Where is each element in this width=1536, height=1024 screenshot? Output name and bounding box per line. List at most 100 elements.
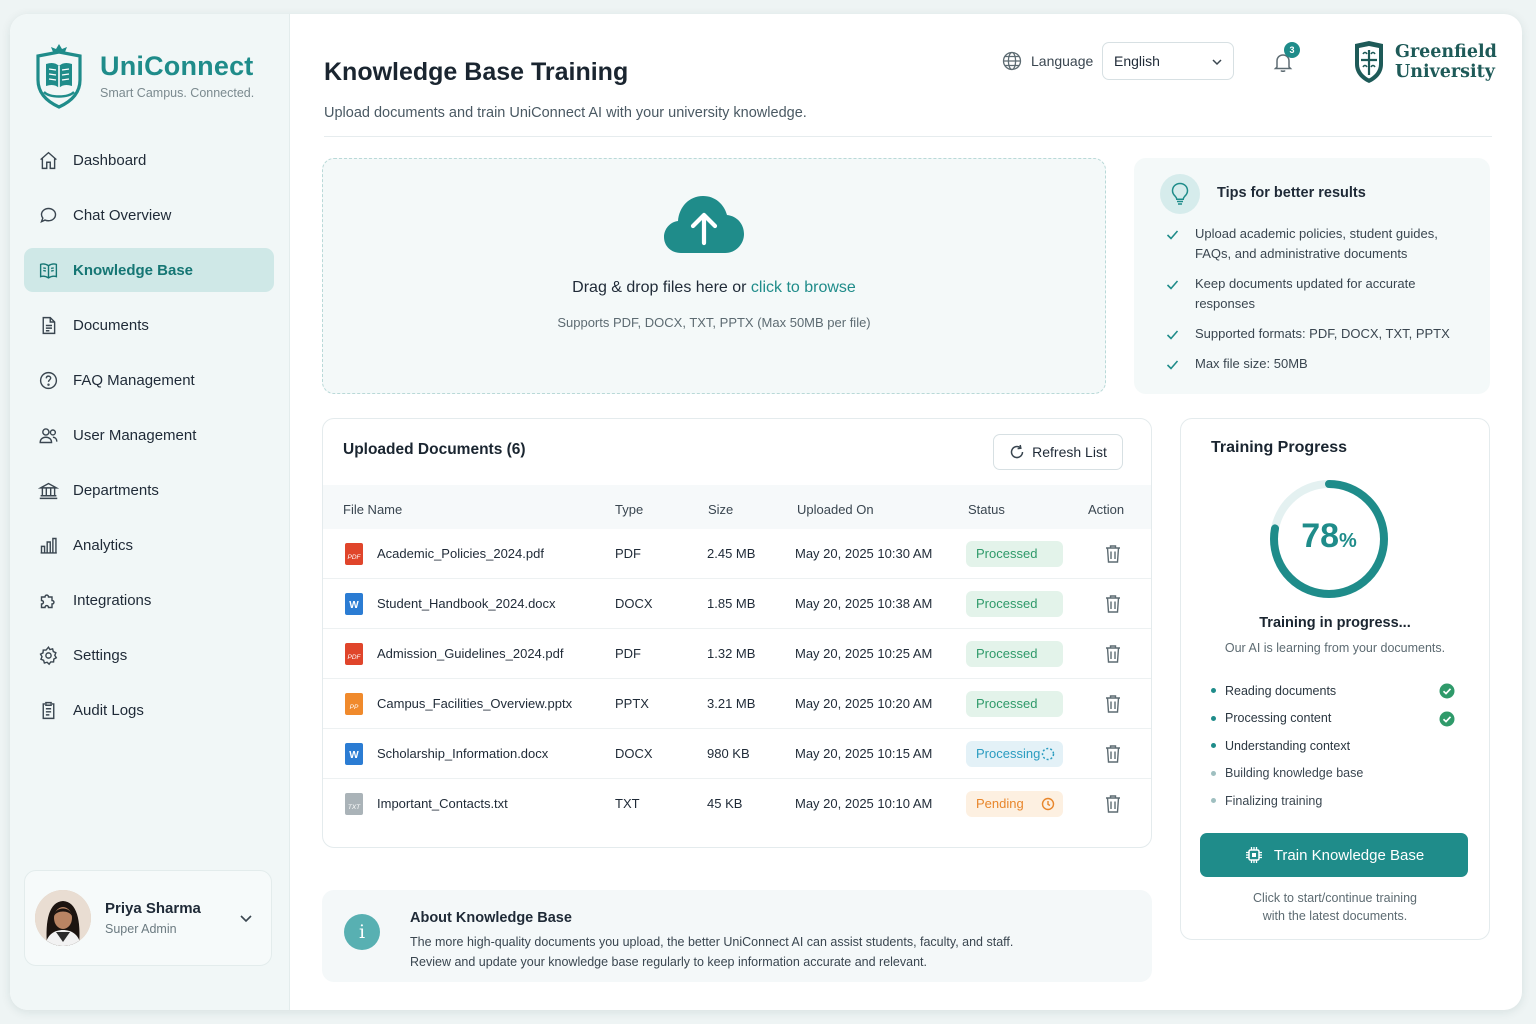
chat-icon [40,207,57,223]
page-subtitle: Upload documents and train UniConnect AI… [324,105,807,121]
status-badge: Processed [966,691,1063,717]
file-name[interactable]: Academic_Policies_2024.pdf [377,546,544,561]
file-type: DOCX [615,596,653,611]
column-status: Status [968,502,1005,517]
sidebar: UniConnect Smart Campus. Connected. Dash… [10,14,290,1010]
sidebar-item-label: Settings [73,646,128,664]
uploaded-on: May 20, 2025 10:38 AM [795,596,933,611]
uploaded-on: May 20, 2025 10:25 AM [795,646,933,661]
trash-icon[interactable] [1104,644,1122,663]
info-icon: i [344,914,380,950]
about-knowledge-base: i About Knowledge Base The more high-qua… [322,890,1152,982]
file-size: 3.21 MB [707,696,756,711]
sidebar-item-settings[interactable]: Settings [24,633,274,677]
trash-icon[interactable] [1104,794,1122,813]
file-type: PDF [615,546,641,561]
refresh-list-button[interactable]: Refresh List [993,434,1123,470]
sidebar-item-knowledge-base[interactable]: Knowledge Base [24,248,274,292]
tips-list: Upload academic policies, student guides… [1166,224,1466,384]
file-size: 2.45 MB [707,546,756,561]
drop-prompt: Drag & drop files here or click to brows… [572,279,856,296]
status-badge: Processed [966,541,1063,567]
sidebar-item-integrations[interactable]: Integrations [24,578,274,622]
status-badge: Processed [966,591,1063,617]
help-circle-icon [39,371,58,389]
sidebar-item-label: Chat Overview [73,206,172,224]
file-name[interactable]: Admission_Guidelines_2024.pdf [377,646,563,661]
check-circle-icon [1439,683,1455,699]
trash-icon[interactable] [1104,694,1122,713]
sidebar-item-departments[interactable]: Departments [24,468,274,512]
brand-name: UniConnect [100,50,254,81]
file-dropzone[interactable]: Drag & drop files here or click to brows… [322,158,1106,394]
trash-icon[interactable] [1104,544,1122,563]
shield-book-logo-icon [36,44,82,109]
sidebar-item-label: FAQ Management [73,371,195,389]
training-step: Finalizing training [1211,787,1455,815]
column-file-name: File Name [343,502,403,517]
gear-icon [39,645,58,665]
spinner-icon [1041,747,1055,761]
sidebar-item-label: Audit Logs [73,701,144,719]
text-file-icon: TXT [345,793,363,815]
training-step: Reading documents [1211,677,1455,705]
chevron-down-icon[interactable] [239,911,253,925]
sidebar-item-user-management[interactable]: User Management [24,413,274,457]
university-name-line1: Greenfield [1395,42,1497,62]
table-row: PDF Academic_Policies_2024.pdf PDF 2.45 … [323,529,1151,579]
file-name[interactable]: Student_Handbook_2024.docx [377,596,556,611]
language-select[interactable]: English [1102,42,1234,80]
table-header: File Name Type Size Uploaded On Status A… [323,485,1151,529]
table-row: PP Campus_Facilities_Overview.pptx PPTX … [323,679,1151,729]
bar-chart-icon [40,537,57,554]
trash-icon[interactable] [1104,594,1122,613]
puzzle-icon [40,593,55,608]
table-row: W Scholarship_Information.docx DOCX 980 … [323,729,1151,779]
training-steps: Reading documents Processing content Und… [1211,677,1455,815]
user-name: Priya Sharma [105,900,201,917]
training-status: Training in progress... [1259,615,1411,631]
training-step: Building knowledge base [1211,760,1455,788]
step-dot [1211,688,1216,693]
table-row: PDF Admission_Guidelines_2024.pdf PDF 1.… [323,629,1151,679]
refresh-icon [1010,444,1024,459]
browse-link[interactable]: click to browse [751,279,856,296]
tips-panel: Tips for better results Upload academic … [1134,158,1490,394]
step-dot [1211,743,1216,748]
page-title: Knowledge Base Training [324,58,629,86]
brand[interactable]: UniConnect Smart Campus. Connected. [32,40,254,110]
university-logo: Greenfield University [1352,40,1497,84]
file-name[interactable]: Important_Contacts.txt [377,796,508,811]
check-icon [1166,230,1179,240]
drop-hint: Supports PDF, DOCX, TXT, PPTX (Max 50MB … [557,315,871,330]
clipboard-icon [42,701,55,719]
documents-title: Uploaded Documents (6) [343,441,526,458]
trash-icon[interactable] [1104,744,1122,763]
sidebar-item-documents[interactable]: Documents [24,303,274,347]
file-name[interactable]: Campus_Facilities_Overview.pptx [377,696,572,711]
sidebar-item-faq-management[interactable]: FAQ Management [24,358,274,402]
training-title: Training Progress [1211,439,1348,456]
book-icon [39,262,58,279]
sidebar-item-audit-logs[interactable]: Audit Logs [24,688,274,732]
sidebar-item-chat-overview[interactable]: Chat Overview [24,193,274,237]
column-size: Size [708,502,734,517]
sidebar-item-label: Documents [73,316,149,334]
column-action: Action [1088,502,1125,517]
file-size: 980 KB [707,746,750,761]
file-size: 1.85 MB [707,596,756,611]
sidebar-item-label: User Management [73,426,197,444]
tip-item: Upload academic policies, student guides… [1166,224,1466,264]
word-file-icon: W [345,593,363,615]
sidebar-item-dashboard[interactable]: Dashboard [24,138,274,182]
sidebar-item-label: Knowledge Base [73,261,194,279]
training-step: Understanding context [1211,732,1455,760]
column-type: Type [615,502,644,517]
tip-item: Supported formats: PDF, DOCX, TXT, PPTX [1166,324,1466,344]
sidebar-item-analytics[interactable]: Analytics [24,523,274,567]
check-icon [1166,330,1179,340]
file-name[interactable]: Scholarship_Information.docx [377,746,548,761]
train-knowledge-base-button[interactable]: Train Knowledge Base [1200,833,1468,877]
word-file-icon: W [345,743,363,765]
user-profile-menu[interactable]: Priya Sharma Super Admin [24,870,272,966]
